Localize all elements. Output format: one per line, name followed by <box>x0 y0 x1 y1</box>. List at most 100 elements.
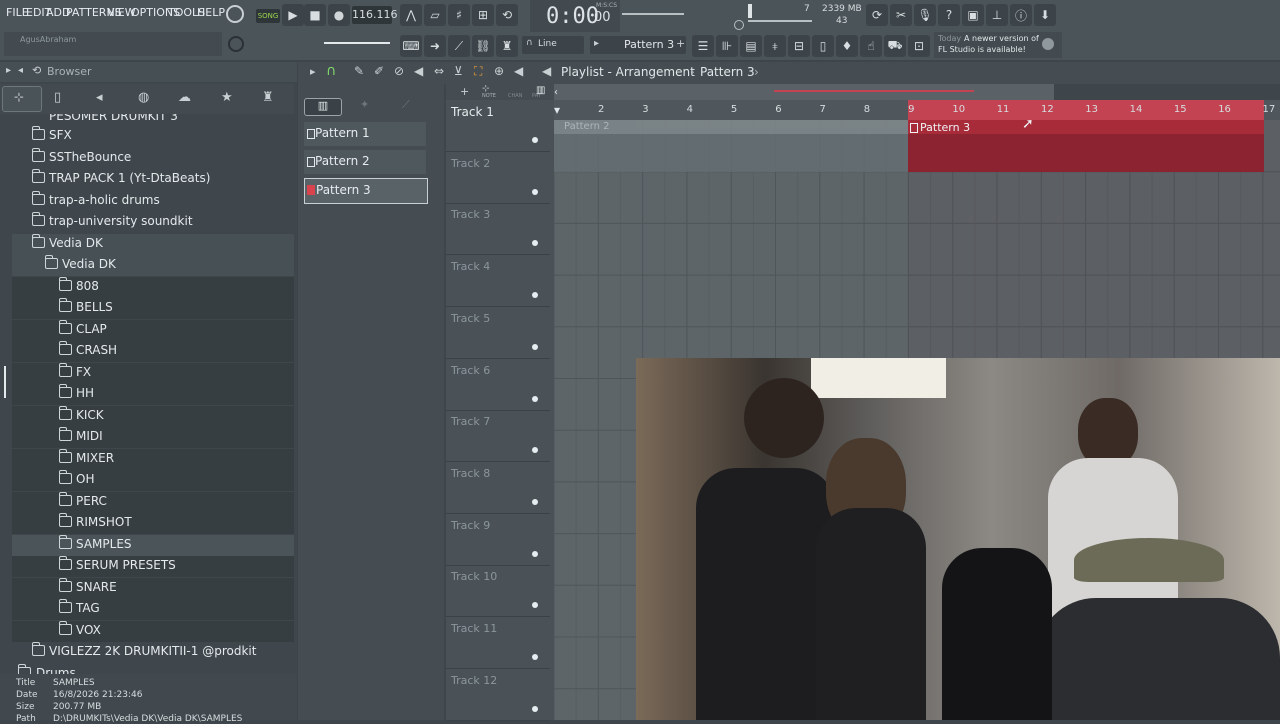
snap-magnet-icon[interactable]: ∩ <box>326 63 336 79</box>
tab-online[interactable]: ◍ <box>138 90 149 105</box>
track-header[interactable]: Track 3 <box>446 203 550 256</box>
record-button[interactable]: ● <box>328 4 350 26</box>
track-header[interactable]: Track 12 <box>446 669 550 721</box>
pattern-item[interactable]: Pattern 1 <box>304 122 426 146</box>
pattern-item[interactable]: Pattern 2 <box>304 150 426 174</box>
playlist-button[interactable]: ☰ <box>692 35 714 57</box>
browser-item-folder[interactable]: ▾Drums <box>12 664 294 674</box>
snap-selector[interactable]: ∩ Line <box>522 36 584 54</box>
pattern-selector[interactable]: ▸ Pattern 3 + <box>590 36 686 54</box>
playlist-menu-icon[interactable]: ▸ <box>310 65 316 78</box>
slice-tool-icon[interactable]: ⊻ <box>454 64 463 78</box>
waveform-icon[interactable]: ✦ <box>360 98 369 111</box>
playback-tool-icon[interactable]: ◀ <box>514 64 523 78</box>
select-tool-icon[interactable]: ⛶ <box>474 64 482 79</box>
browser-item-folder[interactable]: SSTheBounce <box>12 148 294 169</box>
undo-icon[interactable]: ⟲ <box>32 64 41 77</box>
plugin-picker-button[interactable]: ♦ <box>836 35 858 57</box>
main-volume-knob[interactable] <box>226 5 244 23</box>
nav-left-icon[interactable]: ◀ <box>542 64 551 78</box>
browser-item-folder-open[interactable]: Vedia DK <box>12 234 294 255</box>
master-volume-knob[interactable] <box>228 36 244 52</box>
track-mute-toggle[interactable] <box>532 395 538 402</box>
stop-button[interactable]: ■ <box>304 4 326 26</box>
browser-item-folder[interactable]: MIXER <box>12 449 294 470</box>
pat-song-toggle[interactable]: SONG <box>256 9 280 23</box>
wait-input-button[interactable]: ⏥ <box>424 4 446 26</box>
track-mute-toggle[interactable] <box>532 188 538 195</box>
online-button[interactable]: ⟳ <box>866 4 888 26</box>
track-mute-toggle[interactable] <box>532 550 538 557</box>
browser-item-folder[interactable]: HH <box>12 384 294 405</box>
track-header[interactable]: Track 10 <box>446 565 550 618</box>
track-header[interactable]: Track 6 <box>446 359 550 411</box>
news-panel[interactable]: Today A newer version of FL Studio is av… <box>934 32 1062 58</box>
mixer-button[interactable]: ⧧ <box>764 35 786 57</box>
browser-item-folder[interactable]: VOX <box>12 621 294 642</box>
tempo-display[interactable]: 116.116 <box>352 6 398 24</box>
browser-item-folder[interactable]: TAG <box>12 599 294 620</box>
browser-item-folder[interactable]: 808 <box>12 277 294 298</box>
piano-roll-button[interactable]: ⊪ <box>716 35 738 57</box>
browser-item-folder[interactable]: KICK <box>12 406 294 427</box>
pattern-item-selected[interactable]: Pattern 3 <box>304 178 428 204</box>
pattern-picker-toggle[interactable]: ▥ <box>304 98 342 116</box>
track-mute-toggle[interactable] <box>532 137 538 143</box>
save-button[interactable]: ▣ <box>962 4 984 26</box>
typing-keyboard-button[interactable]: ⌨ <box>400 35 422 57</box>
browser-scrollbar[interactable] <box>4 366 6 398</box>
tab-favorites[interactable]: ★ <box>221 90 233 105</box>
track-header[interactable]: Track 5 <box>446 307 550 359</box>
track-header[interactable]: Track 7 <box>446 410 550 463</box>
add-track-icon[interactable]: + <box>460 85 469 98</box>
download-button[interactable]: ⬇ <box>1034 4 1056 26</box>
menu-help[interactable]: HELP <box>197 6 225 19</box>
arrow-button[interactable]: ➜ <box>424 35 446 57</box>
delete-tool-icon[interactable]: ⊘ <box>394 64 404 78</box>
browser-item-folder[interactable]: MIDI <box>12 427 294 448</box>
loop-record-button[interactable]: ⟲ <box>496 4 518 26</box>
paint-tool-icon[interactable]: ✐ <box>374 64 384 78</box>
browser-item-folder[interactable]: PERC <box>12 492 294 513</box>
help-button[interactable]: ? <box>938 4 960 26</box>
master-volume-slider[interactable] <box>262 40 390 46</box>
stamp-button[interactable]: ♜ <box>496 35 518 57</box>
browser-button[interactable]: ⊟ <box>788 35 810 57</box>
channel-rack-button[interactable]: ▤ <box>740 35 762 57</box>
track-mute-toggle[interactable] <box>532 240 538 247</box>
browser-item-folder[interactable]: SERUM PRESETS <box>12 556 294 577</box>
track-mute-toggle[interactable] <box>532 498 538 505</box>
link-button[interactable]: ⛓ <box>472 35 494 57</box>
browser-item-folder[interactable]: RIMSHOT <box>12 513 294 534</box>
play-button[interactable]: ▶ <box>282 4 304 26</box>
track-mute-toggle[interactable] <box>532 602 538 609</box>
automation-icon[interactable]: ⟋ <box>402 98 410 112</box>
track-header[interactable]: Track 4 <box>446 255 550 308</box>
browser-item-folder[interactable]: TRAP PACK 1 (Yt-DtaBeats) <box>12 169 294 190</box>
time-display[interactable]: 0:00 00 M:S:CS <box>530 0 620 32</box>
track-header[interactable]: Track 11 <box>446 617 550 669</box>
browser-item-folder[interactable]: trap-a-holic drums <box>12 191 294 212</box>
browser-item-folder[interactable]: CLAP <box>12 320 294 341</box>
browser-item-folder[interactable]: OH <box>12 470 294 491</box>
timeline-ruler[interactable]: 2 3 4 5 6 7 8 9 10 11 12 13 14 15 16 17 ▾ <box>554 100 1280 120</box>
playlist-scroller[interactable]: ‹ <box>554 84 1054 100</box>
browser-menu-icon[interactable]: ▸ <box>6 65 11 76</box>
browser-item-folder[interactable]: trap-university soundkit <box>12 212 294 233</box>
project-button[interactable]: ▯ <box>812 35 834 57</box>
zoom-tool-icon[interactable]: ⊕ <box>494 64 504 78</box>
track-mute-toggle[interactable] <box>532 343 538 350</box>
countdown-button[interactable]: ♯ <box>448 4 470 26</box>
step-edit-button[interactable]: ⊞ <box>472 4 494 26</box>
master-pitch-slider[interactable] <box>622 13 684 15</box>
tab-plugins[interactable]: ◂ <box>96 90 103 105</box>
browser-item-folder[interactable]: SFX <box>12 126 294 147</box>
track-mute-toggle[interactable] <box>532 654 538 660</box>
plugin-button[interactable]: ⊥ <box>986 4 1008 26</box>
tab-all[interactable]: ⊹ <box>2 86 42 112</box>
track-mute-toggle[interactable] <box>532 705 538 712</box>
tab-current-project[interactable]: ▯ <box>54 90 61 105</box>
browser-item-folder[interactable]: FX <box>12 363 294 384</box>
scroll-left-icon[interactable]: ‹ <box>554 87 558 98</box>
track-header[interactable]: Track 2 <box>446 152 550 204</box>
